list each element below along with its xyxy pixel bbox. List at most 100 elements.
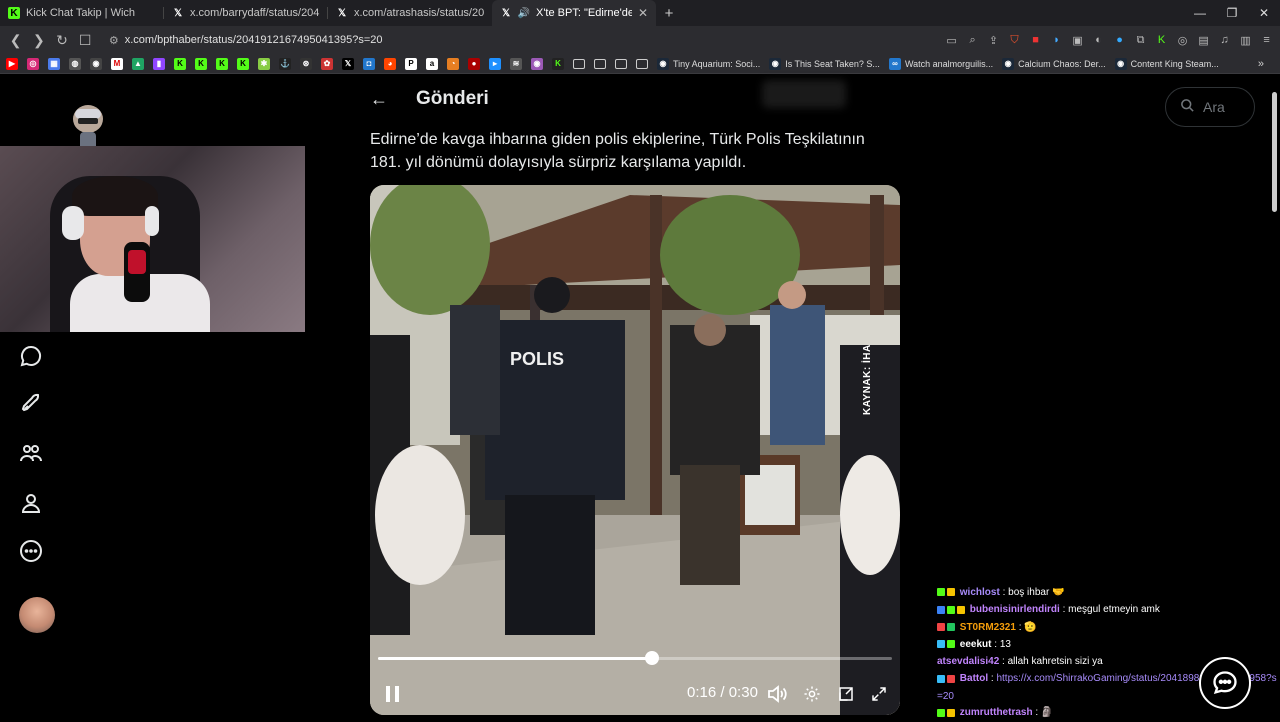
bookmark-site-icon[interactable]: ◉ — [531, 57, 543, 70]
close-window-icon[interactable]: ✕ — [1248, 0, 1280, 26]
badge-icon — [947, 588, 955, 597]
steam-icon[interactable]: ◉ — [90, 57, 102, 70]
more-bookmarks-icon[interactable]: » — [1258, 58, 1264, 70]
volume-icon — [768, 685, 787, 703]
sidebar-icon[interactable]: ▤ — [1196, 33, 1211, 48]
address-bar[interactable]: ⚙ x.com/bpthaber/status/2041912167495041… — [104, 29, 941, 51]
back-icon[interactable]: ❮ — [6, 30, 25, 50]
kick-icon[interactable]: K — [552, 57, 564, 70]
wallet-icon[interactable]: ▥ — [1238, 33, 1253, 48]
folder-icon[interactable] — [573, 58, 585, 69]
speaker-icon[interactable]: 🔊 — [518, 7, 530, 19]
folder-icon[interactable] — [594, 58, 606, 69]
bookmark-site-icon[interactable]: P — [405, 57, 417, 70]
site-settings-icon[interactable]: ⚙ — [109, 34, 119, 47]
extension-icon[interactable]: ⧉ — [1133, 33, 1148, 48]
video-progress-bar[interactable] — [378, 651, 892, 665]
twitch-icon[interactable]: ▮ — [153, 57, 165, 70]
pip-button[interactable] — [835, 683, 857, 705]
badge-icon — [947, 708, 955, 717]
pause-button[interactable] — [382, 683, 404, 705]
extension-icon[interactable]: ● — [1112, 33, 1127, 48]
rocket-icon[interactable] — [18, 390, 44, 416]
amazon-icon[interactable]: a — [426, 57, 438, 70]
settings-button[interactable] — [801, 683, 823, 705]
bookmark-item[interactable]: ◉ Is This Seat Taken? S... — [769, 57, 880, 70]
badge-icon — [937, 640, 945, 649]
more-options-icon[interactable] — [18, 538, 44, 564]
video-player[interactable]: POLIS KAYNAK: İHA 0:16 / 0:30 — [370, 185, 900, 715]
chat-toggle-button[interactable] — [1199, 657, 1251, 709]
back-arrow-icon[interactable]: ← — [370, 89, 388, 110]
restore-icon[interactable]: ❐ — [1216, 0, 1248, 26]
fullscreen-button[interactable] — [868, 683, 890, 705]
bookmark-item[interactable]: ◉ Tiny Aquarium: Soci... — [657, 57, 760, 70]
youtube-icon[interactable]: ▶ — [6, 57, 18, 70]
cast-icon[interactable]: ▭ — [944, 33, 959, 48]
tab-bpt-active[interactable]: 𝕏 🔊 X'te BPT: "Edirne'de kavga ihb... ✕ — [492, 0, 656, 26]
kick-icon[interactable]: K — [237, 57, 249, 70]
search-input[interactable]: Ara — [1165, 87, 1255, 127]
folder-icon[interactable] — [636, 58, 648, 69]
x-icon: 𝕏 — [501, 7, 511, 19]
bookmark-site-icon[interactable]: ◘ — [363, 57, 375, 70]
bookmark-site-icon[interactable]: ✿ — [321, 57, 333, 70]
tab-atrashasis[interactable]: 𝕏 x.com/atrashasis/status/204174205... — [328, 0, 492, 26]
bookmark-site-icon[interactable]: ⊛ — [300, 57, 312, 70]
badge-icon — [937, 622, 945, 631]
kick-icon[interactable]: K — [1154, 33, 1169, 48]
forward-icon[interactable]: ❯ — [29, 30, 48, 50]
extension-icon[interactable]: ▣ — [1070, 33, 1085, 48]
close-tab-icon[interactable]: ✕ — [638, 6, 648, 20]
bookmark-site-icon[interactable]: ✱ — [258, 57, 270, 70]
toolbar-icons: ▭ ⌕ ⇪ ⛉ ■ ◗ ▣ ◐ ● ⧉ K ◎ ▤ ♫ ▥ ≡ — [944, 33, 1274, 48]
kick-icon[interactable]: K — [216, 57, 228, 70]
bookmark-item[interactable]: ∞ Watch analmorguilis... — [888, 57, 993, 70]
kick-icon[interactable]: K — [174, 57, 186, 70]
search-icon — [1180, 98, 1195, 116]
extension-icon[interactable]: ◎ — [1175, 33, 1190, 48]
gmail-icon[interactable]: M — [111, 57, 123, 70]
reload-icon[interactable]: ↻ — [52, 30, 71, 50]
new-tab-button[interactable]: + — [656, 0, 682, 26]
anchor-icon[interactable]: ⚓ — [279, 57, 291, 70]
x-icon[interactable]: 𝕏 — [342, 57, 354, 70]
kick-icon[interactable]: K — [195, 57, 207, 70]
menu-icon[interactable]: ≡ — [1259, 33, 1274, 48]
bookmark-site-icon[interactable]: ▸ — [489, 57, 501, 70]
bookmark-site-icon[interactable]: ▦ — [48, 57, 60, 70]
profile-icon[interactable] — [18, 490, 44, 516]
bookmark-site-icon[interactable]: ≋ — [510, 57, 522, 70]
bookmark-site-icon[interactable]: ● — [468, 57, 480, 70]
pause-icon — [386, 686, 399, 702]
messages-icon[interactable] — [18, 343, 44, 369]
video-controls: 0:16 / 0:30 — [370, 645, 900, 715]
extension-icon[interactable]: ■ — [1028, 33, 1043, 48]
minimize-icon[interactable]: — — [1184, 0, 1216, 26]
chat-bubble-icon — [1213, 671, 1237, 695]
share-icon[interactable]: ⇪ — [986, 33, 1001, 48]
extension-icon[interactable]: ◗ — [1049, 33, 1064, 48]
bookmark-item[interactable]: ◉ Content King Steam... — [1114, 57, 1219, 70]
volume-button[interactable] — [766, 683, 788, 705]
video-time: 0:16 / 0:30 — [687, 684, 758, 701]
bookmark-icon[interactable]: ☐ — [76, 30, 95, 50]
account-avatar[interactable] — [19, 597, 55, 633]
folder-icon[interactable] — [615, 58, 627, 69]
scrollbar[interactable] — [1272, 92, 1277, 212]
progress-knob[interactable] — [644, 651, 659, 665]
music-icon[interactable]: ♫ — [1217, 33, 1232, 48]
bookmark-site-icon[interactable]: ◔ — [447, 57, 459, 70]
zoom-icon[interactable]: ⌕ — [965, 33, 980, 48]
reddit-icon[interactable]: ◕ — [384, 57, 396, 70]
tab-kick-chat[interactable]: K Kick Chat Takip | Wich — [0, 0, 164, 26]
brave-shield-icon[interactable]: ⛉ — [1007, 33, 1022, 48]
extension-icon[interactable]: ◐ — [1091, 33, 1106, 48]
drive-icon[interactable]: ▲ — [132, 57, 144, 70]
instagram-icon[interactable]: ◎ — [27, 57, 39, 70]
steam-icon: ◉ — [1002, 57, 1015, 70]
bookmark-item[interactable]: ◉ Calcium Chaos: Der... — [1002, 57, 1106, 70]
globe-icon[interactable]: ◍ — [69, 57, 81, 70]
communities-icon[interactable] — [18, 440, 44, 466]
tab-barrydaff[interactable]: 𝕏 x.com/barrydaff/status/2041596787... — [164, 0, 328, 26]
